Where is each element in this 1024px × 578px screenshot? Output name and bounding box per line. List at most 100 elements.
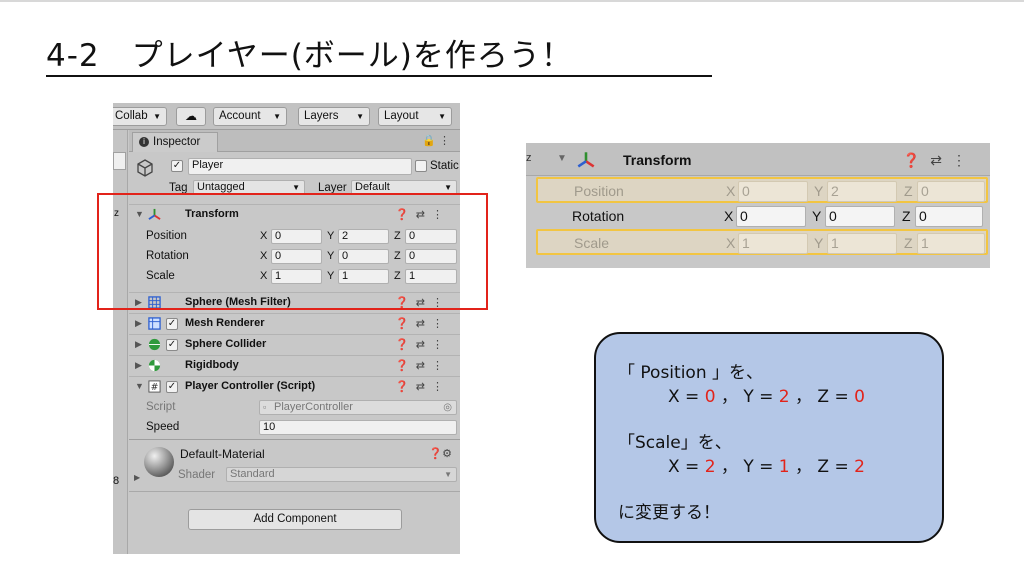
zoom-row-scale: Scale X 1 Y 1 Z 1 xyxy=(536,229,988,255)
editor-toolbar: Collab ▼ ☁ Account ▼ Layers ▼ Layout ▼ xyxy=(113,103,460,130)
fold-open-icon[interactable]: ▼ xyxy=(557,153,567,164)
zoom-side-z: z xyxy=(526,152,532,164)
callout-footer: に変更する！ xyxy=(618,503,720,523)
zoom-row-rotation: Rotation X 0 Y 0 Z 0 xyxy=(536,204,988,230)
axis-x-label: X xyxy=(726,183,736,199)
speed-input[interactable]: 10 xyxy=(259,420,457,435)
script-value: PlayerController xyxy=(274,401,353,413)
zoom-rotation-z-input[interactable]: 0 xyxy=(915,206,983,227)
zoom-transform-title: Transform xyxy=(623,152,692,168)
component-enabled-checkbox[interactable]: ✓ xyxy=(166,339,178,351)
chevron-down-icon: ▼ xyxy=(356,112,364,121)
script-reference-field: ▫ PlayerController ◎ xyxy=(259,400,457,415)
axis-y-label: Y xyxy=(814,183,824,199)
static-checkbox[interactable] xyxy=(415,160,427,172)
component-name: Rigidbody xyxy=(185,359,239,371)
tag-value: Untagged xyxy=(197,181,245,193)
lock-icon[interactable]: 🔒 ⋮ xyxy=(422,134,450,147)
object-name-input[interactable]: Player xyxy=(188,158,412,175)
speed-label: Speed xyxy=(146,421,180,433)
add-component-area: Add Component xyxy=(129,491,460,554)
collab-button[interactable]: Collab ▼ xyxy=(113,107,167,126)
layout-button[interactable]: Layout ▼ xyxy=(378,107,452,126)
callout-value-red: 2 xyxy=(854,457,865,477)
zoom-scale-x-input[interactable]: 1 xyxy=(738,233,808,254)
fold-closed-icon[interactable]: ▶ xyxy=(135,339,142,350)
static-label: Static xyxy=(430,160,459,172)
add-component-button[interactable]: Add Component xyxy=(188,509,402,530)
collab-label: Collab xyxy=(115,110,148,122)
component-name: Player Controller (Script) xyxy=(185,380,316,392)
zoom-position-x-input[interactable]: 0 xyxy=(738,181,808,202)
component-menu-icons[interactable]: ❓⇄⋮ xyxy=(395,380,450,393)
component-header-player-controller[interactable]: ▼ # ✓ Player Controller (Script) ❓⇄⋮ xyxy=(129,376,460,396)
chevron-down-icon: ▼ xyxy=(438,112,446,121)
zoom-row-position: Position X 0 Y 2 Z 0 xyxy=(536,177,988,203)
account-button[interactable]: Account ▼ xyxy=(213,107,287,126)
layers-button[interactable]: Layers ▼ xyxy=(298,107,370,126)
material-menu-icons[interactable]: ❓⚙ xyxy=(428,447,452,460)
callout-position-values: X = 0 ， Y = 2 ， Z = 0 xyxy=(668,382,865,407)
callout-text: X = xyxy=(668,387,705,407)
fold-closed-icon[interactable]: ▶ xyxy=(134,473,140,482)
axis-y-label: Y xyxy=(814,235,824,251)
callout-value-red: 2 xyxy=(704,457,716,477)
component-enabled-checkbox[interactable]: ✓ xyxy=(166,381,178,393)
cloud-button[interactable]: ☁ xyxy=(176,107,206,126)
zoom-position-label: Position xyxy=(574,183,624,199)
hierarchy-search-input[interactable] xyxy=(113,152,126,170)
static-dropdown[interactable]: Static ▼ xyxy=(430,160,460,172)
zoom-position-y-input[interactable]: 2 xyxy=(827,181,897,202)
material-section: ▶ Default-Material ❓⚙ Shader Standard ▼ xyxy=(129,439,460,491)
chevron-down-icon: ▼ xyxy=(273,112,281,121)
callout-value-red: 2 xyxy=(778,387,790,407)
shader-value: Standard xyxy=(230,468,275,480)
zoom-rotation-x-input[interactable]: 0 xyxy=(736,206,806,227)
zoom-scale-y-input[interactable]: 1 xyxy=(827,233,897,254)
zoom-scale-z-input[interactable]: 1 xyxy=(917,233,985,254)
fold-closed-icon[interactable]: ▶ xyxy=(135,318,142,329)
side-number-label: 8 xyxy=(113,475,120,487)
layers-label: Layers xyxy=(304,110,339,122)
mesh-renderer-icon xyxy=(148,317,161,330)
axis-x-label: X xyxy=(726,235,736,251)
tab-inspector[interactable]: i Inspector xyxy=(132,132,218,152)
callout-value-red: 1 xyxy=(778,457,790,477)
fold-closed-icon[interactable]: ▶ xyxy=(135,360,142,371)
zoom-transform-header: z ▼ Transform ❓⇄⋮ xyxy=(526,143,990,176)
axis-y-label: Y xyxy=(812,208,822,224)
component-menu-icons[interactable]: ❓⇄⋮ xyxy=(395,359,450,372)
layer-value: Default xyxy=(355,181,390,193)
component-header-sphere-collider[interactable]: ▶ ✓ Sphere Collider ❓⇄⋮ xyxy=(129,334,460,354)
transform-highlight-box xyxy=(97,193,488,310)
cloud-icon: ☁ xyxy=(185,109,197,123)
transform-zoom-panel: z ▼ Transform ❓⇄⋮ Position X 0 Y 2 Z 0 R… xyxy=(526,143,990,268)
shader-label: Shader xyxy=(178,469,216,481)
script-icon: # xyxy=(148,380,161,393)
component-name: Mesh Renderer xyxy=(185,317,265,329)
component-menu-icons[interactable]: ❓⇄⋮ xyxy=(903,152,976,169)
material-name: Default-Material xyxy=(180,447,265,461)
chevron-down-icon: ▼ xyxy=(444,470,452,479)
component-menu-icons[interactable]: ❓⇄⋮ xyxy=(395,338,450,351)
callout-text: X = xyxy=(668,457,705,477)
shader-dropdown[interactable]: Standard ▼ xyxy=(226,467,457,482)
gameobject-cube-icon xyxy=(137,159,153,177)
transform-axes-icon xyxy=(577,152,595,168)
component-enabled-checkbox[interactable]: ✓ xyxy=(166,318,178,330)
object-header: ✓ Player Static ▼ Tag Untagged▼ Layer De… xyxy=(129,152,460,196)
component-header-mesh-renderer[interactable]: ▶ ✓ Mesh Renderer ❓⇄⋮ xyxy=(129,313,460,333)
material-sphere-preview xyxy=(144,447,174,477)
object-active-checkbox[interactable]: ✓ xyxy=(171,160,183,172)
fold-open-icon[interactable]: ▼ xyxy=(135,381,144,391)
component-header-rigidbody[interactable]: ▶ Rigidbody ❓⇄⋮ xyxy=(129,355,460,375)
slide-title: 4-2 プレイヤー(ボール)を作ろう！ xyxy=(46,38,573,74)
object-picker-icon: ◎ xyxy=(443,402,452,413)
callout-text: ， Z = xyxy=(789,457,855,477)
component-menu-icons[interactable]: ❓⇄⋮ xyxy=(395,317,450,330)
zoom-rotation-y-input[interactable]: 0 xyxy=(825,206,895,227)
callout-text: ， Z = xyxy=(789,387,855,407)
zoom-position-z-input[interactable]: 0 xyxy=(917,181,985,202)
callout-value-red: 0 xyxy=(704,387,716,407)
account-label: Account xyxy=(219,110,261,122)
